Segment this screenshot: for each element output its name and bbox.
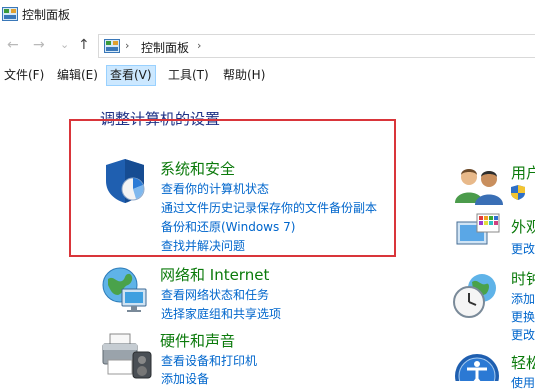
link-ease-of-access-use[interactable]: 使用 bbox=[511, 374, 535, 391]
control-panel-icon bbox=[2, 7, 18, 21]
link-appearance-change[interactable]: 更改 bbox=[511, 240, 535, 257]
link-view-computer-status[interactable]: 查看你的计算机状态 bbox=[161, 180, 269, 197]
link-clock-change[interactable]: 更改 bbox=[511, 326, 535, 343]
uac-shield-icon bbox=[511, 185, 525, 200]
back-arrow-icon[interactable]: ← bbox=[7, 35, 19, 55]
menu-help[interactable]: 帮助(H) bbox=[220, 65, 268, 86]
menu-tools[interactable]: 工具(T) bbox=[165, 65, 212, 86]
users-icon bbox=[455, 169, 503, 205]
control-panel-icon bbox=[104, 39, 120, 53]
window-title: 控制面板 bbox=[22, 8, 71, 22]
menu-edit[interactable]: 编辑(E) bbox=[54, 65, 101, 86]
link-devices-printers[interactable]: 查看设备和打印机 bbox=[161, 352, 257, 369]
category-title-network-internet[interactable]: 网络和 Internet bbox=[160, 264, 269, 285]
link-clock-change-format[interactable]: 更换 bbox=[511, 308, 535, 325]
breadcrumb-separator[interactable]: › bbox=[125, 39, 129, 52]
menu-file[interactable]: 文件(F) bbox=[1, 65, 47, 86]
link-troubleshoot[interactable]: 查找并解决问题 bbox=[161, 237, 245, 254]
address-bar[interactable]: › 控制面板 › bbox=[98, 34, 535, 58]
category-title-clock-region[interactable]: 时钟 bbox=[511, 268, 535, 289]
forward-arrow-icon[interactable]: → bbox=[33, 35, 45, 55]
clock-globe-icon bbox=[453, 274, 496, 318]
navigation-row: ← → ⌄ ↑ › 控制面板 › bbox=[0, 32, 535, 60]
breadcrumb-control-panel[interactable]: 控制面板 bbox=[141, 39, 189, 56]
title-bar: 控制面板 bbox=[0, 0, 535, 30]
appearance-icon bbox=[456, 213, 500, 245]
category-title-appearance[interactable]: 外观 bbox=[511, 216, 535, 237]
link-backup-restore[interactable]: 备份和还原(Windows 7) bbox=[161, 218, 295, 235]
breadcrumb-separator[interactable]: › bbox=[197, 39, 201, 52]
link-file-history-backup[interactable]: 通过文件历史记录保存你的文件备份副本 bbox=[161, 199, 377, 216]
network-globe-icon bbox=[102, 267, 147, 312]
link-add-device[interactable]: 添加设备 bbox=[161, 370, 209, 387]
link-network-status[interactable]: 查看网络状态和任务 bbox=[161, 286, 269, 303]
category-title-system-security[interactable]: 系统和安全 bbox=[160, 158, 235, 179]
menu-bar: 文件(F) 编辑(E) 查看(V) 工具(T) 帮助(H) bbox=[0, 63, 535, 86]
category-title-user-accounts[interactable]: 用户 bbox=[511, 162, 535, 183]
category-title-hardware-sound[interactable]: 硬件和声音 bbox=[160, 330, 235, 351]
category-title-ease-of-access[interactable]: 轻松 bbox=[511, 352, 535, 373]
printer-icon bbox=[102, 333, 152, 379]
shield-icon bbox=[106, 159, 145, 203]
menu-view[interactable]: 查看(V) bbox=[106, 65, 156, 86]
recent-locations-chevron-icon[interactable]: ⌄ bbox=[60, 35, 69, 55]
up-arrow-icon[interactable]: ↑ bbox=[78, 35, 90, 55]
link-clock-add[interactable]: 添加 bbox=[511, 290, 535, 307]
link-homegroup-sharing[interactable]: 选择家庭组和共享选项 bbox=[161, 305, 281, 322]
ease-of-access-icon bbox=[455, 354, 499, 381]
